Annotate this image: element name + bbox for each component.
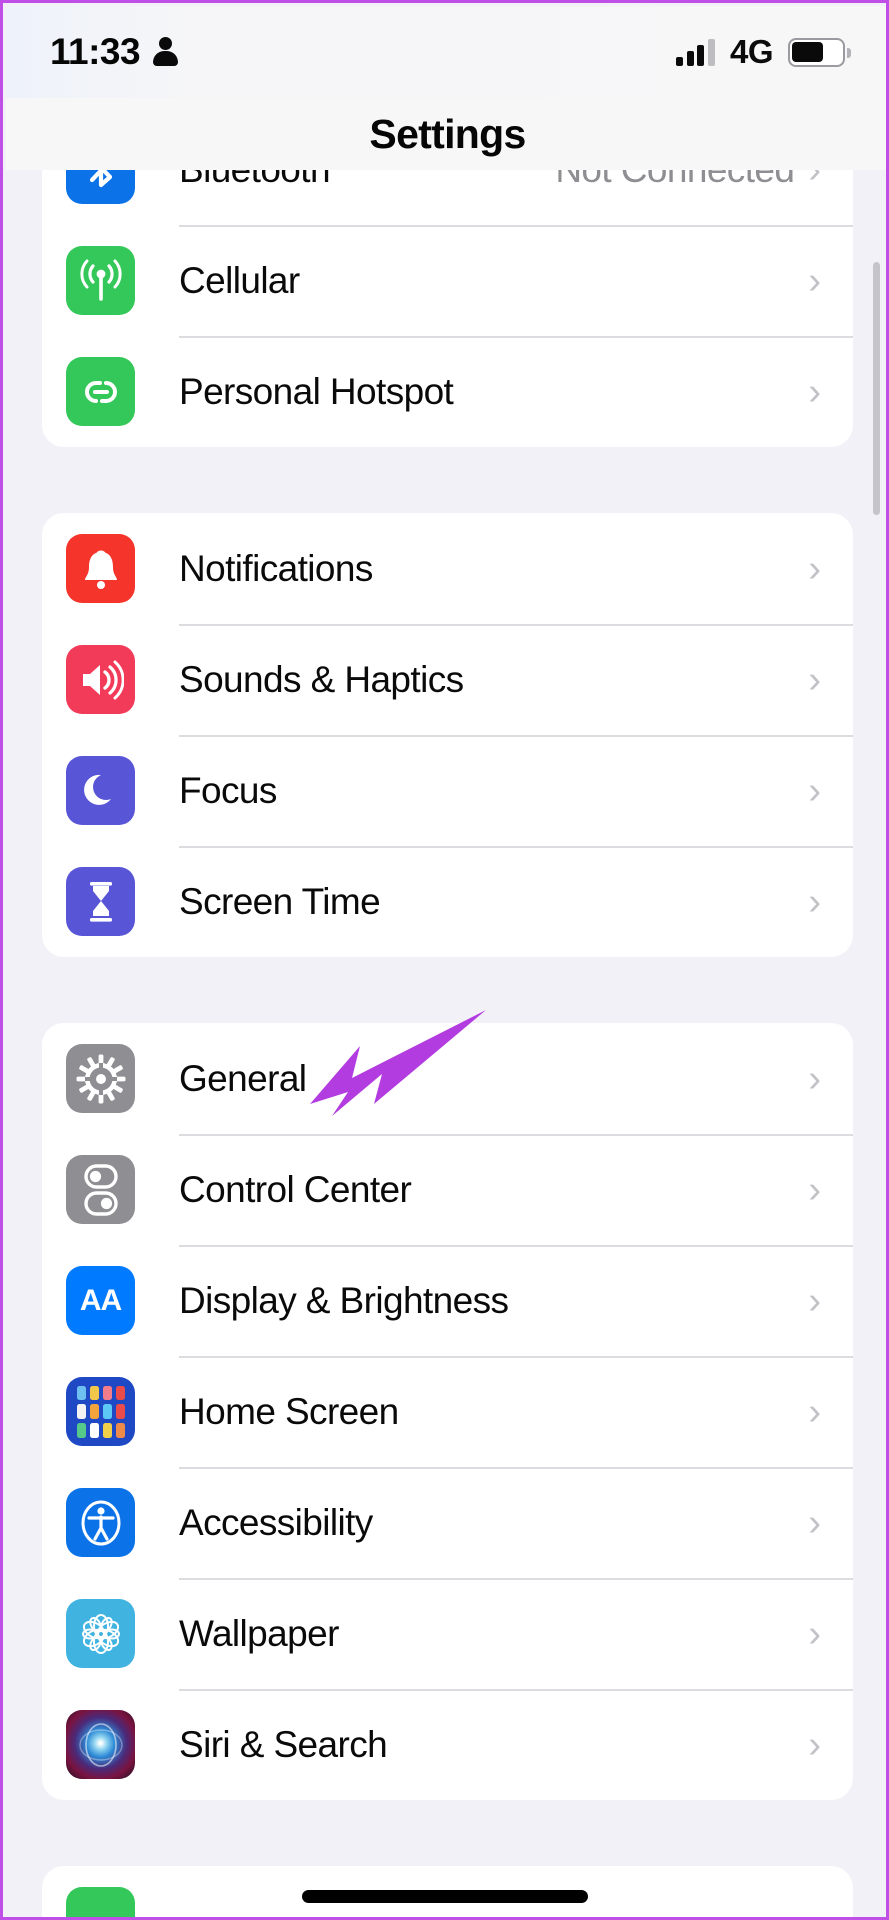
status-bar-right: 4G — [676, 33, 851, 71]
settings-row-label: Wallpaper — [179, 1612, 339, 1654]
connectivity-group: BluetoothNot Connected›Cellular›Personal… — [42, 170, 853, 447]
system-group: General › Control Center › AA Display & Brigh… — [42, 1023, 853, 1800]
settings-row[interactable]: Control Center › — [42, 1134, 853, 1245]
settings-groups: BluetoothNot Connected›Cellular›Personal… — [6, 170, 886, 1917]
battery-icon — [788, 37, 851, 67]
settings-row-value: Not Connected — [555, 170, 808, 191]
settings-row-label: Display & Brightness — [179, 1279, 509, 1321]
chevron-right-icon: › — [808, 1279, 821, 1322]
toggles-icon — [66, 1155, 135, 1224]
settings-row-label: Sounds & Haptics — [179, 658, 464, 700]
speaker-waves-icon — [66, 645, 135, 714]
person-icon — [153, 37, 179, 67]
settings-row[interactable]: Sounds & Haptics › — [42, 624, 853, 735]
settings-row[interactable]: Cellular › — [42, 225, 853, 336]
settings-row-label: Accessibility — [179, 1501, 373, 1543]
chevron-right-icon: › — [808, 1501, 821, 1544]
cellular-antenna-icon — [66, 246, 135, 315]
chevron-right-icon: › — [808, 547, 821, 590]
bluetooth-icon — [66, 170, 135, 204]
chevron-right-icon: › — [808, 1723, 821, 1766]
settings-row-label: Notifications — [179, 547, 373, 589]
chevron-right-icon: › — [808, 769, 821, 812]
chevron-right-icon: › — [808, 880, 821, 923]
crescent-moon-icon — [66, 756, 135, 825]
settings-row[interactable]: Notifications › — [42, 513, 853, 624]
chevron-right-icon: › — [808, 259, 821, 302]
settings-row[interactable]: Screen Time › — [42, 846, 853, 957]
bell-icon — [66, 534, 135, 603]
settings-row-label: Cellular — [179, 259, 300, 301]
settings-row-label: Screen Time — [179, 880, 381, 922]
hourglass-icon — [66, 867, 135, 936]
network-type-label: 4G — [729, 33, 774, 70]
settings-row[interactable]: Personal Hotspot › — [42, 336, 853, 447]
siri-orb-icon — [66, 1710, 135, 1779]
navigation-bar: Settings — [6, 98, 886, 170]
settings-row[interactable]: Bluetooth Not Connected› — [42, 170, 853, 225]
settings-row[interactable]: Home Screen › — [42, 1356, 853, 1467]
settings-row-label: Control Center — [179, 1168, 412, 1210]
settings-row-label: Focus — [179, 769, 277, 811]
partial-green-icon — [66, 1887, 135, 1917]
settings-row-label: Home Screen — [179, 1390, 399, 1432]
chevron-right-icon: › — [808, 170, 853, 189]
status-time: 11:33 — [50, 31, 141, 72]
chevron-right-icon: › — [808, 370, 821, 413]
accessibility-person-icon — [66, 1488, 135, 1557]
settings-row[interactable]: General › — [42, 1023, 853, 1134]
settings-row[interactable]: AA Display & Brightness › — [42, 1245, 853, 1356]
settings-scroll-area[interactable]: BluetoothNot Connected›Cellular›Personal… — [6, 170, 886, 1917]
app-grid-icon — [66, 1377, 135, 1446]
settings-row[interactable]: Accessibility › — [42, 1467, 853, 1578]
gear-icon — [66, 1044, 135, 1113]
cellular-signal-icon — [676, 38, 715, 66]
flower-pattern-icon — [66, 1599, 135, 1668]
phone-screenshot-frame: 11:33 4G Settings Bluetooth Not Connected… — [0, 0, 889, 1920]
chevron-right-icon: › — [808, 1612, 821, 1655]
vertical-scrollbar[interactable] — [873, 262, 880, 515]
settings-row-label: Siri & Search — [179, 1723, 388, 1765]
status-bar-left: 11:33 — [50, 31, 179, 73]
settings-row[interactable]: Siri & Search › — [42, 1689, 853, 1800]
settings-row-label: Personal Hotspot — [179, 370, 454, 412]
chevron-right-icon: › — [808, 658, 821, 701]
chevron-right-icon: › — [808, 1057, 821, 1100]
aa-text-size-icon: AA — [66, 1266, 135, 1335]
settings-row[interactable]: Wallpaper › — [42, 1578, 853, 1689]
hotspot-link-icon — [66, 357, 135, 426]
home-indicator — [301, 1890, 588, 1903]
alerts-group: Notifications › Sounds & Haptics › Focus › Scr… — [42, 513, 853, 957]
status-bar: 11:33 4G — [6, 6, 886, 98]
chevron-right-icon: › — [808, 1390, 821, 1433]
settings-row-label: Bluetooth — [179, 170, 331, 191]
settings-row-label: General — [179, 1057, 307, 1099]
chevron-right-icon: › — [808, 1168, 821, 1211]
settings-row[interactable]: Focus › — [42, 735, 853, 846]
page-title: Settings — [369, 110, 526, 157]
